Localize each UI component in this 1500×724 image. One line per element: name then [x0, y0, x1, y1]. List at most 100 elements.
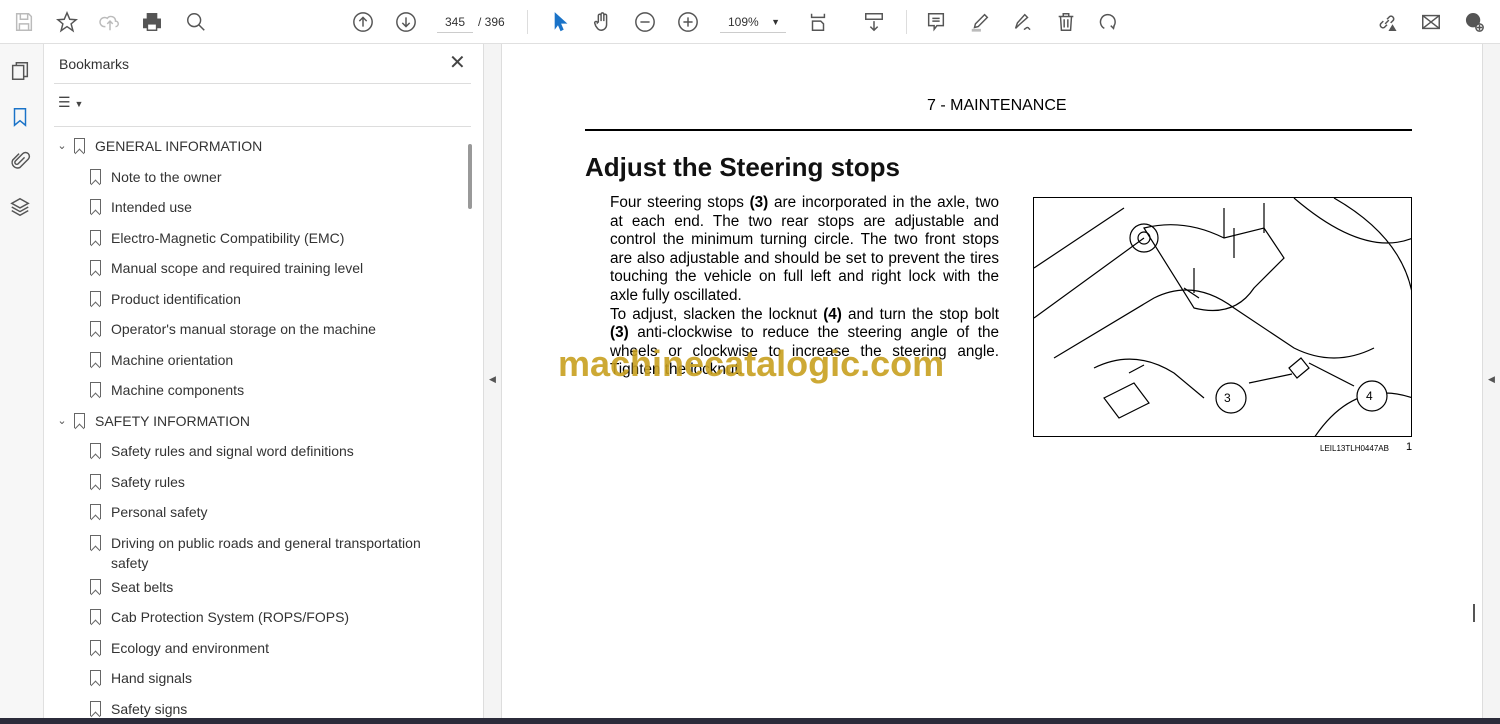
bookmark-icon — [90, 504, 101, 519]
comment-icon[interactable] — [922, 8, 950, 36]
bookmark-item[interactable]: Intended use — [90, 197, 430, 217]
bookmark-label: Intended use — [111, 199, 192, 215]
paragraph-1: Four steering stops (3) are incorporated… — [610, 194, 999, 306]
delete-icon[interactable] — [1052, 8, 1080, 36]
next-page-icon[interactable] — [392, 8, 420, 36]
bookmark-icon — [90, 578, 101, 594]
highlight-pen-icon[interactable] — [966, 8, 994, 36]
bookmark-icon — [90, 260, 101, 275]
bookmark-label: Personal safety — [111, 504, 208, 520]
bookmark-item[interactable]: Personal safety — [90, 502, 430, 522]
bookmark-icon — [90, 199, 101, 214]
layers-icon[interactable] — [9, 196, 33, 220]
bookmark-item[interactable]: Driving on public roads and general tran… — [90, 533, 430, 573]
bookmark-label: Electro-Magnetic Compatibility (EMC) — [111, 229, 345, 246]
figure-axle-illustration: 3 4 — [1033, 197, 1412, 437]
bookmark-options-button[interactable]: ☰ ▼ — [58, 94, 83, 111]
bookmark-icon — [90, 670, 101, 685]
sign-icon[interactable] — [1008, 8, 1036, 36]
pages-icon[interactable] — [9, 60, 33, 84]
page-title: Adjust the Steering stops — [585, 152, 900, 182]
bookmark-item[interactable]: Safety rules and signal word definitions — [90, 441, 430, 461]
bookmark-label: Safety signs — [111, 700, 188, 717]
bookmark-label: Machine orientation — [111, 351, 234, 368]
select-cursor-icon[interactable] — [546, 8, 574, 36]
bookmark-icon — [74, 138, 85, 153]
bookmark-item[interactable]: ⌄ GENERAL INFORMATION — [54, 136, 434, 156]
chevron-down-icon: ▼ — [771, 17, 780, 27]
bookmark-item[interactable]: Operator's manual storage on the machine — [90, 319, 430, 339]
text: Four steering stops — [610, 194, 750, 211]
panel-splitter[interactable]: ◀ — [484, 44, 502, 718]
bookmark-icon — [90, 534, 101, 550]
toolbar: 345 / 396 109% ▼ — [0, 0, 1500, 44]
bookmark-icon — [90, 290, 101, 306]
panel-title: Bookmarks — [59, 56, 130, 72]
bookmark-item[interactable]: Seat belts — [90, 577, 430, 597]
print-icon[interactable] — [138, 8, 166, 36]
add-user-icon[interactable] — [1460, 8, 1488, 36]
chevron-down-icon: ▼ — [74, 99, 84, 109]
bookmark-item[interactable]: Product identification — [90, 289, 430, 309]
hand-tool-icon[interactable] — [588, 8, 616, 36]
bookmark-item[interactable]: Hand signals — [90, 668, 430, 688]
scroll-mode-icon[interactable] — [860, 8, 888, 36]
page-total: / 396 — [478, 15, 505, 29]
bookmark-label: Safety rules and signal word definitions — [111, 443, 354, 459]
bookmark-item[interactable]: Machine orientation — [90, 350, 430, 370]
scrollbar-thumb[interactable] — [1473, 604, 1475, 622]
close-icon[interactable]: ✕ — [449, 50, 466, 75]
bookmarks-panel: Bookmarks ✕ ☰ ▼ ⌄ GENERAL INFORMATION Note… — [44, 44, 484, 718]
taskbar-edge — [0, 718, 1500, 724]
save-icon[interactable] — [10, 8, 38, 36]
bookmark-item[interactable]: Machine components — [90, 380, 430, 400]
zoom-select[interactable]: 109% ▼ — [720, 11, 786, 33]
axle-drawing — [1034, 198, 1411, 436]
side-rail — [0, 44, 44, 718]
bookmark-item[interactable]: Manual scope and required training level — [90, 258, 430, 278]
bookmark-label: SAFETY INFORMATION — [95, 412, 251, 429]
previous-page-icon[interactable] — [349, 8, 377, 36]
bookmark-item[interactable]: Safety signs — [90, 699, 430, 719]
bookmark-item[interactable]: Note to the owner — [90, 167, 430, 187]
bookmark-label: Safety rules — [111, 473, 185, 490]
rotate-icon[interactable] — [1094, 8, 1122, 36]
bookmark-icon[interactable] — [9, 106, 33, 130]
bookmark-label: Manual scope and required training level — [111, 260, 364, 276]
right-panel-toggle[interactable]: ◀ — [1482, 44, 1500, 718]
bookmark-label: Note to the owner — [111, 168, 222, 185]
ref: (3) — [749, 194, 769, 211]
zoom-in-icon[interactable] — [674, 8, 702, 36]
bookmark-item[interactable]: Safety rules — [90, 472, 430, 492]
fit-page-icon[interactable] — [804, 8, 832, 36]
bookmark-label: Seat belts — [111, 578, 174, 595]
bookmark-item[interactable]: ⌄ SAFETY INFORMATION — [54, 411, 434, 431]
bookmark-label: GENERAL INFORMATION — [95, 138, 263, 154]
attachment-icon[interactable] — [9, 150, 33, 174]
bookmark-icon — [90, 382, 101, 397]
divider — [906, 10, 907, 34]
divider — [54, 83, 471, 84]
zoom-out-icon[interactable] — [631, 8, 659, 36]
chevron-down-icon[interactable]: ⌄ — [54, 136, 70, 156]
scrollbar[interactable] — [468, 144, 472, 209]
bookmark-item[interactable]: Ecology and environment — [90, 638, 430, 658]
cloud-upload-icon[interactable] — [96, 8, 124, 36]
page-number-input[interactable]: 345 — [437, 11, 473, 33]
bookmark-label: Operator's manual storage on the machine — [111, 321, 376, 337]
bookmark-label: Cab Protection System (ROPS/FOPS) — [111, 609, 350, 625]
bookmark-item[interactable]: Electro-Magnetic Compatibility (EMC) — [90, 228, 430, 248]
email-icon[interactable] — [1417, 8, 1445, 36]
star-icon[interactable] — [53, 8, 81, 36]
bookmark-icon — [90, 351, 101, 367]
chevron-down-icon[interactable]: ⌄ — [54, 411, 70, 431]
bookmark-item[interactable]: Cab Protection System (ROPS/FOPS) — [90, 607, 430, 627]
bookmark-icon — [90, 321, 101, 336]
search-icon[interactable] — [182, 8, 210, 36]
page-scrollbar[interactable] — [1466, 44, 1482, 718]
divider — [54, 126, 471, 127]
callout-4: 4 — [1366, 389, 1373, 403]
bookmark-label: Ecology and environment — [111, 639, 269, 656]
zoom-value: 109% — [728, 15, 759, 29]
share-link-icon[interactable] — [1373, 8, 1401, 36]
